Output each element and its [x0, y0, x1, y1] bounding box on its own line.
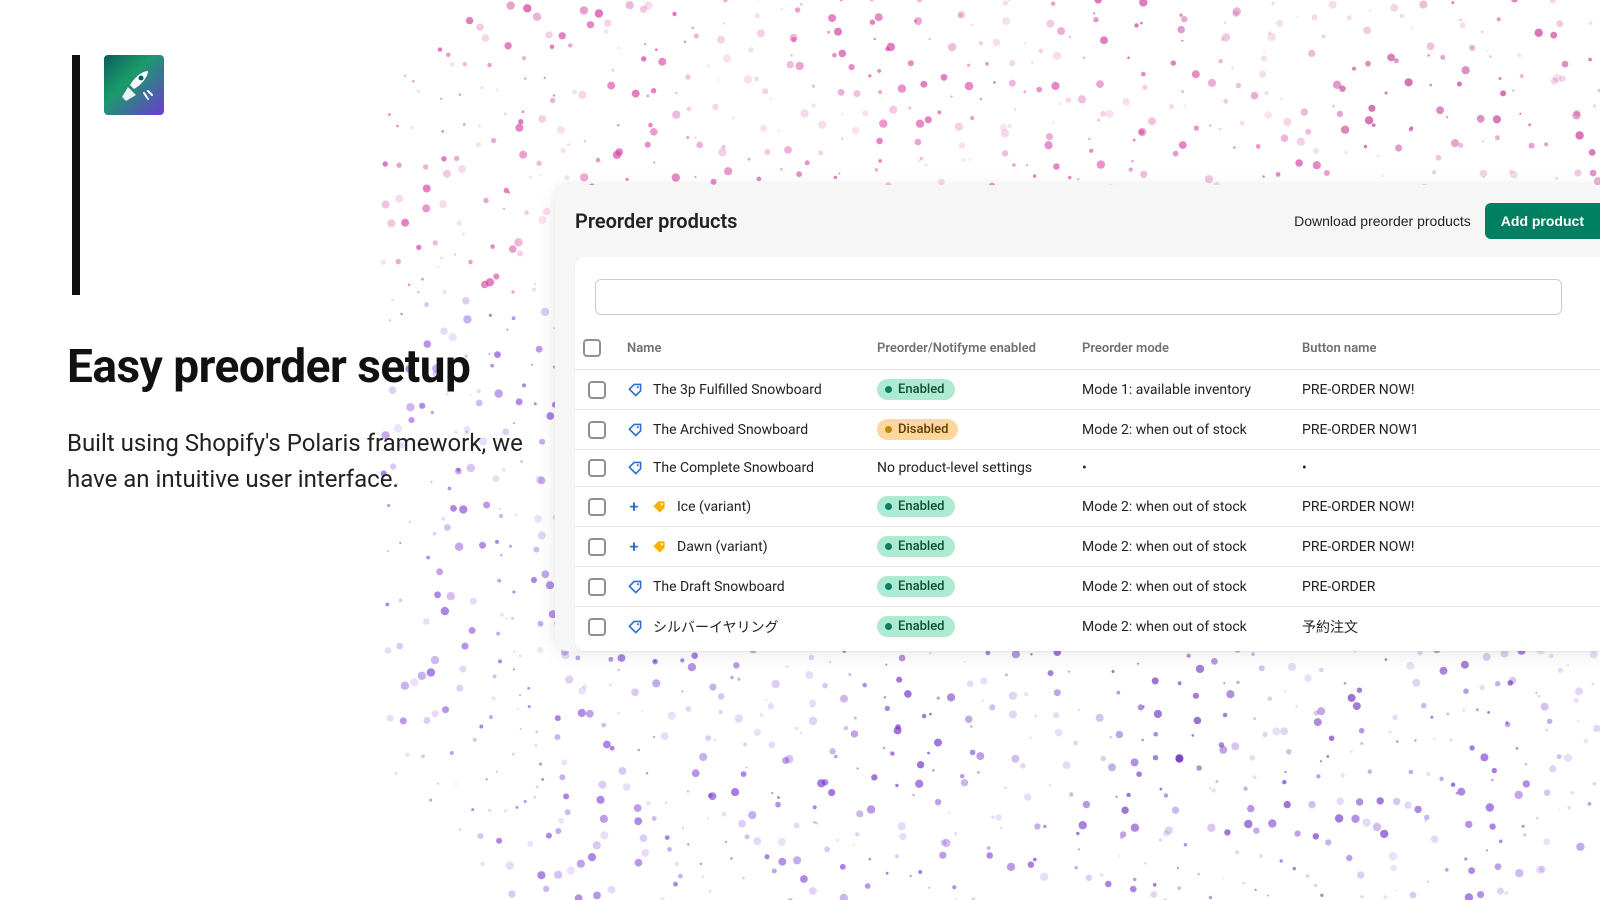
price-tag-icon — [627, 579, 643, 595]
select-all-checkbox[interactable] — [583, 339, 601, 357]
window-header: Preorder products Download preorder prod… — [575, 203, 1600, 239]
status-badge: Enabled — [877, 496, 955, 517]
status-badge: Enabled — [877, 379, 955, 400]
table-row[interactable]: The Draft Snowboard Enabled Mode 2: when o… — [575, 567, 1600, 607]
header-actions: Download preorder products Add product — [1294, 203, 1600, 239]
price-tag-icon — [627, 619, 643, 635]
col-header-mode: Preorder mode — [1074, 329, 1294, 370]
row-checkbox[interactable] — [588, 498, 606, 516]
table-row[interactable]: + Ice (variant) Enabled Mode 2: when out of… — [575, 487, 1600, 527]
button-name-text: PRE-ORDER NOW1 — [1302, 422, 1419, 438]
price-tag-icon — [651, 499, 667, 515]
product-name: シルバーイヤリング — [653, 617, 779, 637]
col-header-name: Name — [619, 329, 869, 370]
row-checkbox[interactable] — [588, 578, 606, 596]
product-name: The Archived Snowboard — [653, 422, 808, 438]
page-subhead: Built using Shopify's Polaris framework,… — [67, 425, 577, 497]
preorder-mode: Mode 2: when out of stock — [1082, 579, 1247, 595]
expand-icon[interactable]: + — [627, 497, 641, 516]
download-preorder-button[interactable]: Download preorder products — [1294, 213, 1471, 229]
window-title: Preorder products — [575, 209, 737, 233]
app-window: Preorder products Download preorder prod… — [555, 185, 1600, 651]
products-card: Name Preorder/Notifyme enabled Preorder … — [575, 257, 1600, 651]
product-name: Dawn (variant) — [677, 539, 768, 555]
row-checkbox[interactable] — [588, 381, 606, 399]
table-row[interactable]: The Archived Snowboard Disabled Mode 2: wh… — [575, 410, 1600, 450]
button-name-text: • — [1302, 460, 1307, 476]
button-name-text: PRE-ORDER — [1302, 579, 1375, 595]
row-checkbox[interactable] — [588, 421, 606, 439]
add-product-button[interactable]: Add product — [1485, 203, 1600, 239]
preorder-mode: Mode 2: when out of stock — [1082, 422, 1247, 438]
preorder-mode: Mode 2: when out of stock — [1082, 619, 1247, 635]
preorder-mode: • — [1082, 460, 1087, 476]
status-badge: Enabled — [877, 576, 955, 597]
preorder-mode: Mode 2: when out of stock — [1082, 539, 1247, 555]
price-tag-icon — [651, 539, 667, 555]
price-tag-icon — [627, 460, 643, 476]
product-name: The Complete Snowboard — [653, 460, 814, 476]
expand-icon[interactable]: + — [627, 537, 641, 556]
search-input[interactable] — [595, 279, 1562, 315]
table-row[interactable]: The Complete Snowboard No product-level s… — [575, 450, 1600, 487]
button-name-text: 予約注文 — [1302, 620, 1358, 636]
product-name: The Draft Snowboard — [653, 579, 785, 595]
status-text: No product-level settings — [877, 460, 1032, 476]
preorder-mode: Mode 2: when out of stock — [1082, 499, 1247, 515]
status-badge: Disabled — [877, 419, 958, 440]
price-tag-icon — [627, 422, 643, 438]
col-header-enabled: Preorder/Notifyme enabled — [869, 329, 1074, 370]
status-badge: Enabled — [877, 536, 955, 557]
table-row[interactable]: The 3p Fulfilled Snowboard Enabled Mode 1:… — [575, 370, 1600, 410]
row-checkbox[interactable] — [588, 618, 606, 636]
preorder-mode: Mode 1: available inventory — [1082, 382, 1251, 398]
row-checkbox[interactable] — [588, 538, 606, 556]
logo-rocket-icon — [114, 65, 154, 105]
table-row[interactable]: シルバーイヤリング Enabled Mode 2: when out of stoc… — [575, 607, 1600, 652]
accent-bar — [72, 55, 80, 295]
search-wrap — [575, 279, 1600, 329]
button-name-text: PRE-ORDER NOW! — [1302, 382, 1414, 398]
price-tag-icon — [627, 382, 643, 398]
table-row[interactable]: + Dawn (variant) Enabled Mode 2: when out o… — [575, 527, 1600, 567]
col-header-button: Button name — [1294, 329, 1600, 370]
button-name-text: PRE-ORDER NOW! — [1302, 499, 1414, 515]
row-checkbox[interactable] — [588, 459, 606, 477]
product-name: Ice (variant) — [677, 499, 751, 515]
status-badge: Enabled — [877, 616, 955, 637]
app-logo — [104, 55, 164, 115]
products-table: Name Preorder/Notifyme enabled Preorder … — [575, 329, 1600, 651]
page-headline: Easy preorder setup — [67, 340, 470, 394]
product-name: The 3p Fulfilled Snowboard — [653, 382, 822, 398]
button-name-text: PRE-ORDER NOW! — [1302, 539, 1414, 555]
